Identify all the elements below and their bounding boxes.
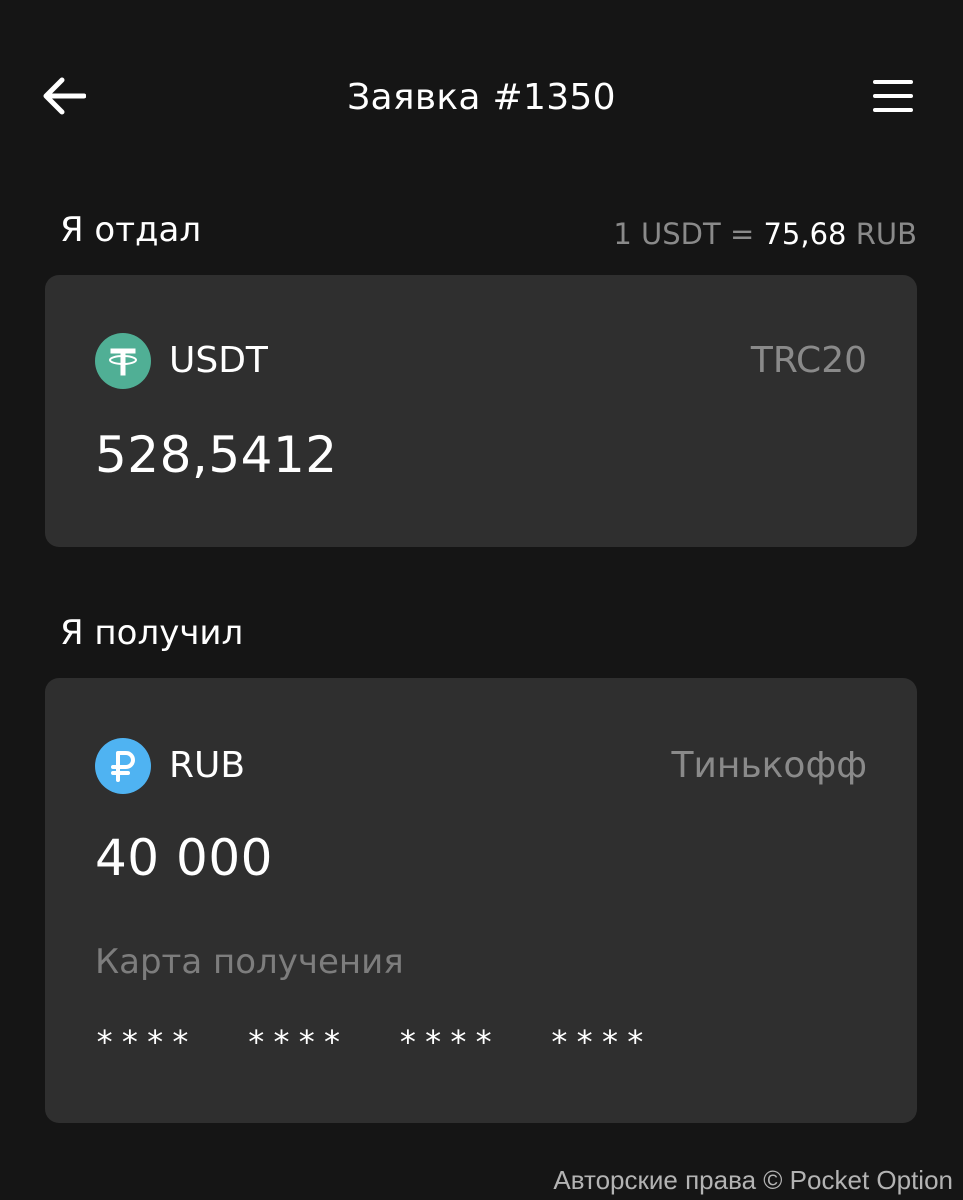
given-card: USDT TRC20 528,5412 xyxy=(45,275,917,547)
received-section-title: Я получил xyxy=(60,613,244,653)
top-bar: Заявка #1350 xyxy=(0,0,963,196)
rate-prefix: 1 USDT = xyxy=(613,217,755,251)
page-title: Заявка #1350 xyxy=(347,77,616,118)
menu-button[interactable] xyxy=(866,74,920,122)
given-amount: 528,5412 xyxy=(95,426,338,484)
rate-value: 75,68 xyxy=(763,217,847,251)
copyright-watermark: Авторские права © Pocket Option xyxy=(553,1165,953,1195)
given-section-title: Я отдал xyxy=(60,210,202,250)
network-label: TRC20 xyxy=(750,340,867,381)
card-label: Карта получения xyxy=(95,942,404,982)
received-coin-name: RUB xyxy=(169,745,246,786)
bank-label: Тинькофф xyxy=(671,745,867,786)
given-coin-row: USDT xyxy=(95,333,268,389)
tether-icon xyxy=(95,333,151,389)
exchange-rate: 1 USDT = 75,68 RUB xyxy=(613,214,917,254)
rate-currency: RUB xyxy=(855,217,917,251)
hamburger-menu-icon xyxy=(872,78,914,118)
masked-card-number: **** **** **** **** xyxy=(95,1023,651,1061)
ruble-icon xyxy=(95,738,151,794)
given-coin-name: USDT xyxy=(169,340,268,381)
received-coin-row: RUB xyxy=(95,738,245,794)
received-card: RUB Тинькофф 40 000 Карта получения ****… xyxy=(45,678,917,1123)
received-amount: 40 000 xyxy=(95,829,273,887)
